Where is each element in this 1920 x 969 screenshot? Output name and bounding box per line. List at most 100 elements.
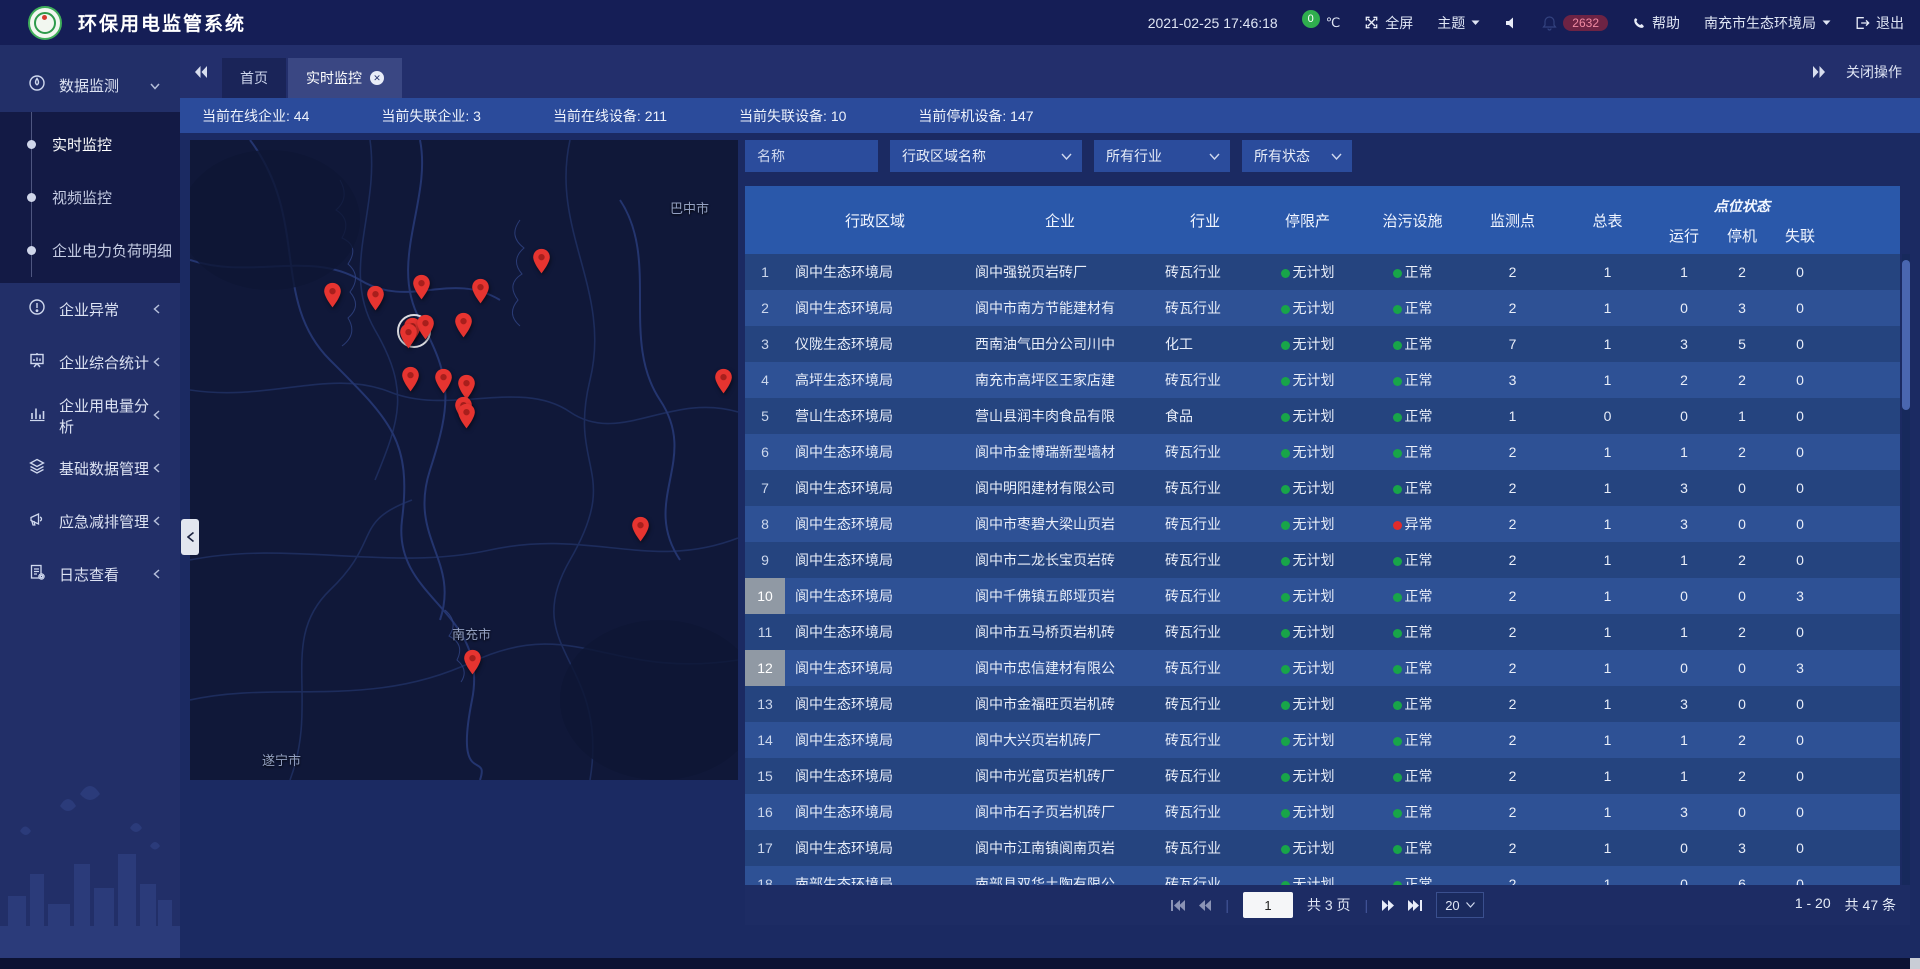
table-row[interactable]: 2阆中生态环境局阆中市南方节能建材有砖瓦行业无计划正常21030 [745, 290, 1900, 326]
table-row[interactable]: 3仪陇生态环境局西南油气田分公司川中化工无计划正常71350 [745, 326, 1900, 362]
cell-enterprise: 阆中市二龙长宝页岩砖 [965, 550, 1155, 570]
map-city-label: 巴中市 [670, 198, 709, 217]
tabs-scroll-left-button[interactable] [180, 45, 222, 98]
theme-menu[interactable]: 主题 [1437, 13, 1480, 33]
map-pin[interactable] [463, 649, 482, 676]
cell-region: 营山生态环境局 [785, 406, 965, 426]
fullscreen-button[interactable]: 全屏 [1364, 13, 1413, 33]
sidebar-item-video-monitoring[interactable]: 视频监控 [0, 171, 180, 224]
tab-home[interactable]: 首页 [222, 58, 286, 98]
cell-monitor-points: 2 [1465, 732, 1560, 748]
status-dot [1393, 845, 1402, 854]
map-pin[interactable] [401, 366, 420, 393]
cell-running: 3 [1655, 336, 1713, 352]
sidebar-item-basic-data-management[interactable]: 基础数据管理 [0, 442, 180, 495]
row-index: 6 [745, 434, 785, 470]
cell-region: 阆中生态环境局 [785, 766, 965, 786]
table-row[interactable]: 18南部生态环境局南部县双华土陶有限公砖瓦行业无计划正常21060 [745, 866, 1900, 885]
table-row[interactable]: 14阆中生态环境局阆中大兴页岩机砖厂砖瓦行业无计划正常21120 [745, 722, 1900, 758]
map-pin[interactable] [434, 368, 453, 395]
table-row[interactable]: 16阆中生态环境局阆中市石子页岩机砖厂砖瓦行业无计划正常21300 [745, 794, 1900, 830]
table-row[interactable]: 10阆中生态环境局阆中千佛镇五郎垭页岩砖瓦行业无计划正常21003 [745, 578, 1900, 614]
cell-industry: 砖瓦行业 [1155, 874, 1255, 885]
map-pin[interactable] [471, 278, 490, 305]
sidebar-item-enterprise-power-analysis[interactable]: 企业用电量分析 [0, 389, 180, 442]
row-index: 15 [745, 758, 785, 794]
map-pin[interactable] [454, 312, 473, 339]
table-row[interactable]: 17阆中生态环境局阆中市江南镇阆南页岩砖瓦行业无计划正常21030 [745, 830, 1900, 866]
sidebar-collapse-handle[interactable] [181, 519, 199, 555]
sidebar-item-enterprise-power-load-detail[interactable]: 企业电力负荷明细 [0, 224, 180, 277]
table-row[interactable]: 11阆中生态环境局阆中市五马桥页岩机砖砖瓦行业无计划正常21120 [745, 614, 1900, 650]
help-button[interactable]: 帮助 [1632, 13, 1680, 33]
logout-button[interactable]: 退出 [1855, 13, 1904, 33]
next-page-button[interactable] [1382, 900, 1394, 911]
tabs-scroll-right-button[interactable] [1812, 66, 1826, 78]
sound-button[interactable] [1504, 16, 1518, 30]
cell-pollution-facility-status: 正常 [1360, 658, 1465, 678]
map-pin[interactable] [714, 368, 733, 395]
map-pin[interactable] [399, 323, 418, 350]
page-number-input[interactable] [1243, 892, 1293, 918]
notifications-button[interactable]: 2632 [1542, 15, 1608, 31]
prev-page-button[interactable] [1199, 900, 1211, 911]
status-filter-select[interactable]: 所有状态 [1242, 140, 1352, 172]
org-menu[interactable]: 南充市生态环境局 [1704, 13, 1831, 33]
status-dot [1281, 701, 1290, 710]
tab-close-icon[interactable]: ✕ [370, 71, 384, 85]
page-size-select[interactable]: 20 [1436, 892, 1483, 918]
map-pin[interactable] [457, 403, 476, 430]
map-pin[interactable] [366, 285, 385, 312]
sidebar-item-emergency-reduction-management[interactable]: 应急减排管理 [0, 495, 180, 548]
sidebar-item-realtime-monitoring[interactable]: 实时监控 [0, 118, 180, 171]
table-row[interactable]: 7阆中生态环境局阆中明阳建材有限公司砖瓦行业无计划正常21300 [745, 470, 1900, 506]
tab-realtime-monitoring[interactable]: 实时监控✕ [288, 58, 402, 98]
cell-enterprise: 南部县双华土陶有限公 [965, 874, 1155, 885]
status-dot [1281, 485, 1290, 494]
table-row[interactable]: 8阆中生态环境局阆中市枣碧大梁山页岩砖瓦行业无计划异常21300 [745, 506, 1900, 542]
org-name: 南充市生态环境局 [1704, 13, 1816, 33]
cell-pollution-facility-status: 正常 [1360, 730, 1465, 750]
table-row[interactable]: 13阆中生态环境局阆中市金福旺页岩机砖砖瓦行业无计划正常21300 [745, 686, 1900, 722]
table-scrollbar[interactable] [1902, 254, 1910, 885]
cell-pollution-facility-status: 正常 [1360, 262, 1465, 282]
first-page-button[interactable] [1171, 900, 1185, 911]
chevron-down-icon [1466, 902, 1475, 908]
last-page-button[interactable] [1408, 900, 1422, 911]
table-row[interactable]: 5营山生态环境局营山县润丰肉食品有限食品无计划正常10010 [745, 398, 1900, 434]
cell-industry: 砖瓦行业 [1155, 802, 1255, 822]
map-panel[interactable]: 巴中市南充市遂宁市 [190, 140, 738, 780]
table-row[interactable]: 1阆中生态环境局阆中强锐页岩砖厂砖瓦行业无计划正常21120 [745, 254, 1900, 290]
industry-filter-select[interactable]: 所有行业 [1094, 140, 1230, 172]
sidebar-item-enterprise-abnormal[interactable]: 企业异常 [0, 283, 180, 336]
table-scrollbar-thumb[interactable] [1902, 260, 1910, 410]
temperature: 0 ℃ [1302, 15, 1341, 31]
sidebar-item-data-monitoring[interactable]: 数据监测 [0, 59, 180, 112]
cell-main-meter: 1 [1560, 732, 1655, 748]
map-pin[interactable] [412, 274, 431, 301]
table-row[interactable]: 9阆中生态环境局阆中市二龙长宝页岩砖砖瓦行业无计划正常21120 [745, 542, 1900, 578]
cell-pollution-facility-status: 正常 [1360, 442, 1465, 462]
logout-label: 退出 [1876, 13, 1904, 33]
table-row[interactable]: 6阆中生态环境局阆中市金博瑞新型墙材砖瓦行业无计划正常21120 [745, 434, 1900, 470]
region-filter-select[interactable]: 行政区域名称 [890, 140, 1082, 172]
sidebar-subitem-label: 企业电力负荷明细 [52, 240, 172, 261]
table-row[interactable]: 15阆中生态环境局阆中市光富页岩机砖厂砖瓦行业无计划正常21120 [745, 758, 1900, 794]
table-row[interactable]: 12阆中生态环境局阆中市忠信建材有限公砖瓦行业无计划正常21003 [745, 650, 1900, 686]
name-filter-input[interactable] [745, 140, 878, 172]
cell-stop-limit-status: 无计划 [1255, 334, 1360, 354]
map-pin[interactable] [532, 248, 551, 275]
sidebar-item-log-view[interactable]: 日志查看 [0, 548, 180, 601]
map-pin[interactable] [631, 516, 650, 543]
cell-region: 阆中生态环境局 [785, 694, 965, 714]
cell-monitor-points: 7 [1465, 336, 1560, 352]
close-operations-button[interactable]: 关闭操作 [1846, 62, 1902, 82]
cell-main-meter: 1 [1560, 624, 1655, 640]
map-pin[interactable] [416, 314, 435, 341]
map-pin[interactable] [323, 282, 342, 309]
cell-running: 0 [1655, 840, 1713, 856]
table-row[interactable]: 4高坪生态环境局南充市高坪区王家店建砖瓦行业无计划正常31220 [745, 362, 1900, 398]
cell-main-meter: 1 [1560, 660, 1655, 676]
cell-stopped: 0 [1713, 696, 1771, 712]
sidebar-item-enterprise-statistics[interactable]: 企业综合统计 [0, 336, 180, 389]
